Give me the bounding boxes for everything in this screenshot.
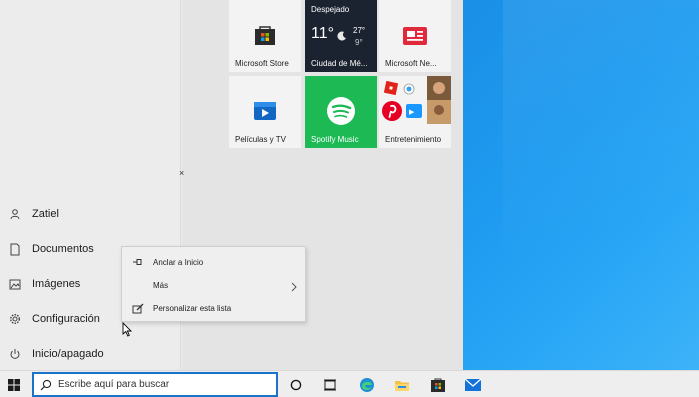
start-item-user[interactable]: Zatiel bbox=[0, 199, 181, 229]
task-view-icon[interactable] bbox=[320, 375, 340, 395]
tile-label: Entretenimiento bbox=[385, 135, 442, 144]
weather-high: 27° bbox=[353, 26, 366, 35]
store-icon bbox=[253, 24, 277, 51]
start-item-label: Zatiel bbox=[32, 208, 59, 220]
weather-temp: 11° bbox=[311, 25, 335, 42]
prime-video-icon: ▶ bbox=[406, 104, 422, 123]
mail-icon[interactable] bbox=[463, 375, 483, 395]
tile-label: Spotify Music bbox=[311, 135, 359, 144]
search-input[interactable] bbox=[58, 379, 258, 390]
tile-entertainment[interactable]: ▶ Entretenimiento bbox=[379, 76, 451, 148]
weather-condition: Despejado bbox=[311, 5, 350, 14]
news-icon bbox=[402, 26, 428, 51]
tile-weather[interactable]: Despejado 11° 27° 9° Ciudad de Mé... bbox=[305, 0, 377, 72]
tile-movies-tv[interactable]: Películas y TV bbox=[229, 76, 301, 148]
start-item-label: Inicio/apagado bbox=[32, 348, 104, 360]
collapse-icon[interactable]: × bbox=[179, 168, 184, 178]
menu-item-label: Más bbox=[153, 280, 169, 290]
start-item-label: Configuración bbox=[32, 313, 100, 325]
context-menu: Anclar a Inicio Más Personalizar esta li… bbox=[121, 246, 306, 322]
desktop-background bbox=[463, 0, 699, 370]
tile-spotify[interactable]: Spotify Music bbox=[305, 76, 377, 148]
pinterest-icon bbox=[381, 100, 403, 127]
menu-item-personalize-list[interactable]: Personalizar esta lista bbox=[122, 297, 307, 319]
user-icon bbox=[8, 207, 22, 221]
tile-label: Microsoft Ne... bbox=[385, 59, 437, 68]
edit-list-icon bbox=[131, 303, 145, 314]
file-explorer-icon[interactable] bbox=[392, 375, 412, 395]
movies-icon bbox=[253, 100, 277, 127]
chevron-right-icon bbox=[291, 279, 297, 297]
tile-label: Microsoft Store bbox=[235, 59, 289, 68]
mouse-cursor-icon bbox=[122, 321, 133, 342]
roblox-icon bbox=[383, 80, 399, 101]
pictures-icon bbox=[8, 277, 22, 291]
tile-label: Ciudad de Mé... bbox=[311, 59, 368, 68]
document-icon bbox=[8, 242, 22, 256]
cortana-icon[interactable] bbox=[286, 375, 306, 395]
taskbar-search-box[interactable] bbox=[32, 372, 278, 397]
svg-text:▶: ▶ bbox=[409, 109, 415, 116]
menu-item-pin-to-start[interactable]: Anclar a Inicio bbox=[122, 251, 307, 273]
tile-microsoft-news[interactable]: Microsoft Ne... bbox=[379, 0, 451, 72]
windows-start-icon[interactable] bbox=[4, 375, 24, 395]
start-item-power[interactable]: Inicio/apagado bbox=[0, 339, 181, 369]
start-item-label: Documentos bbox=[32, 243, 94, 255]
edge-icon[interactable] bbox=[357, 375, 377, 395]
tile-label: Películas y TV bbox=[235, 135, 286, 144]
pin-icon bbox=[131, 258, 145, 266]
menu-item-more[interactable]: Más bbox=[122, 274, 307, 296]
moon-icon bbox=[337, 28, 347, 46]
photos-collage-icon bbox=[427, 76, 451, 129]
menu-item-label: Personalizar esta lista bbox=[153, 303, 232, 313]
power-icon bbox=[8, 347, 22, 361]
camera-app-icon bbox=[403, 82, 415, 100]
start-item-label: Imágenes bbox=[32, 278, 81, 290]
search-icon bbox=[40, 379, 52, 391]
taskbar bbox=[0, 370, 699, 397]
microsoft-store-taskbar-icon[interactable] bbox=[428, 375, 448, 395]
gear-icon bbox=[8, 312, 22, 326]
tile-microsoft-store[interactable]: Microsoft Store bbox=[229, 0, 301, 72]
menu-item-label: Anclar a Inicio bbox=[153, 257, 204, 267]
spotify-icon bbox=[326, 96, 356, 131]
weather-low: 9° bbox=[355, 38, 363, 47]
